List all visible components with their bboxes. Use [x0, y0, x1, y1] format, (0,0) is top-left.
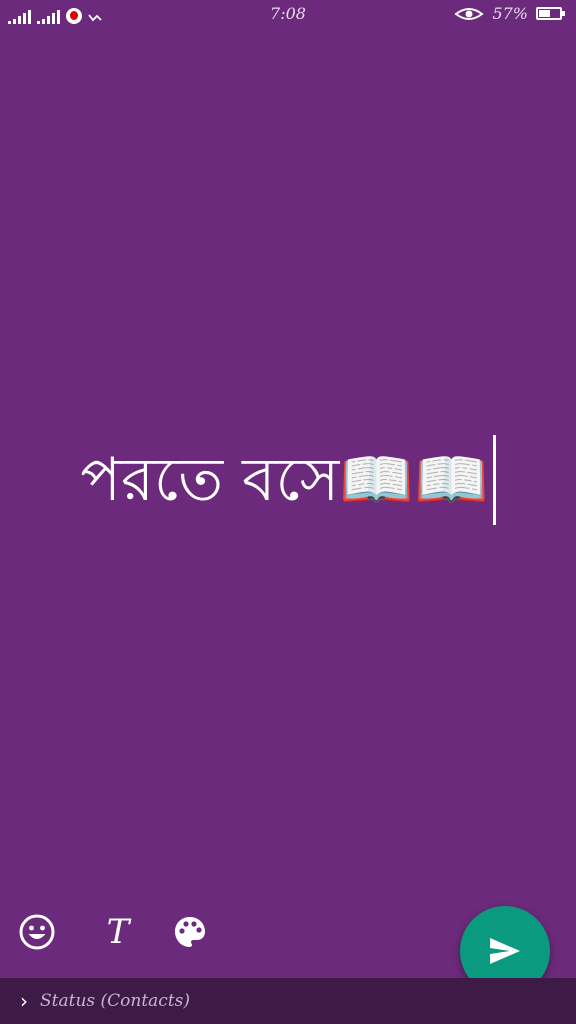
battery-percent: 57%	[492, 4, 528, 23]
audience-label: Status (Contacts)	[40, 991, 191, 1011]
chevron-right-icon: ›	[20, 989, 28, 1013]
status-audience-bar[interactable]: › Status (Contacts)	[0, 978, 576, 1024]
emoji-button[interactable]	[15, 910, 59, 954]
text-style-button[interactable]: T	[96, 910, 140, 954]
status-text: পরতে বসে📖📖	[80, 445, 489, 515]
status-text-area[interactable]: পরতে বসে📖📖	[0, 432, 576, 528]
emoji-icon	[19, 914, 55, 950]
battery-fill	[539, 10, 551, 17]
eye-icon	[454, 7, 485, 20]
send-icon	[490, 938, 520, 964]
color-palette-button[interactable]	[168, 910, 212, 954]
palette-icon	[175, 917, 205, 947]
right-indicators: 57%	[454, 4, 565, 23]
battery-icon	[536, 7, 565, 20]
status-composer-screen: 7:08 57% পরতে বসে📖📖 T › Status (Contacts…	[0, 0, 576, 1024]
text-cursor	[492, 435, 496, 525]
system-status-bar: 7:08 57%	[0, 0, 576, 28]
text-style-label: T	[106, 912, 130, 952]
